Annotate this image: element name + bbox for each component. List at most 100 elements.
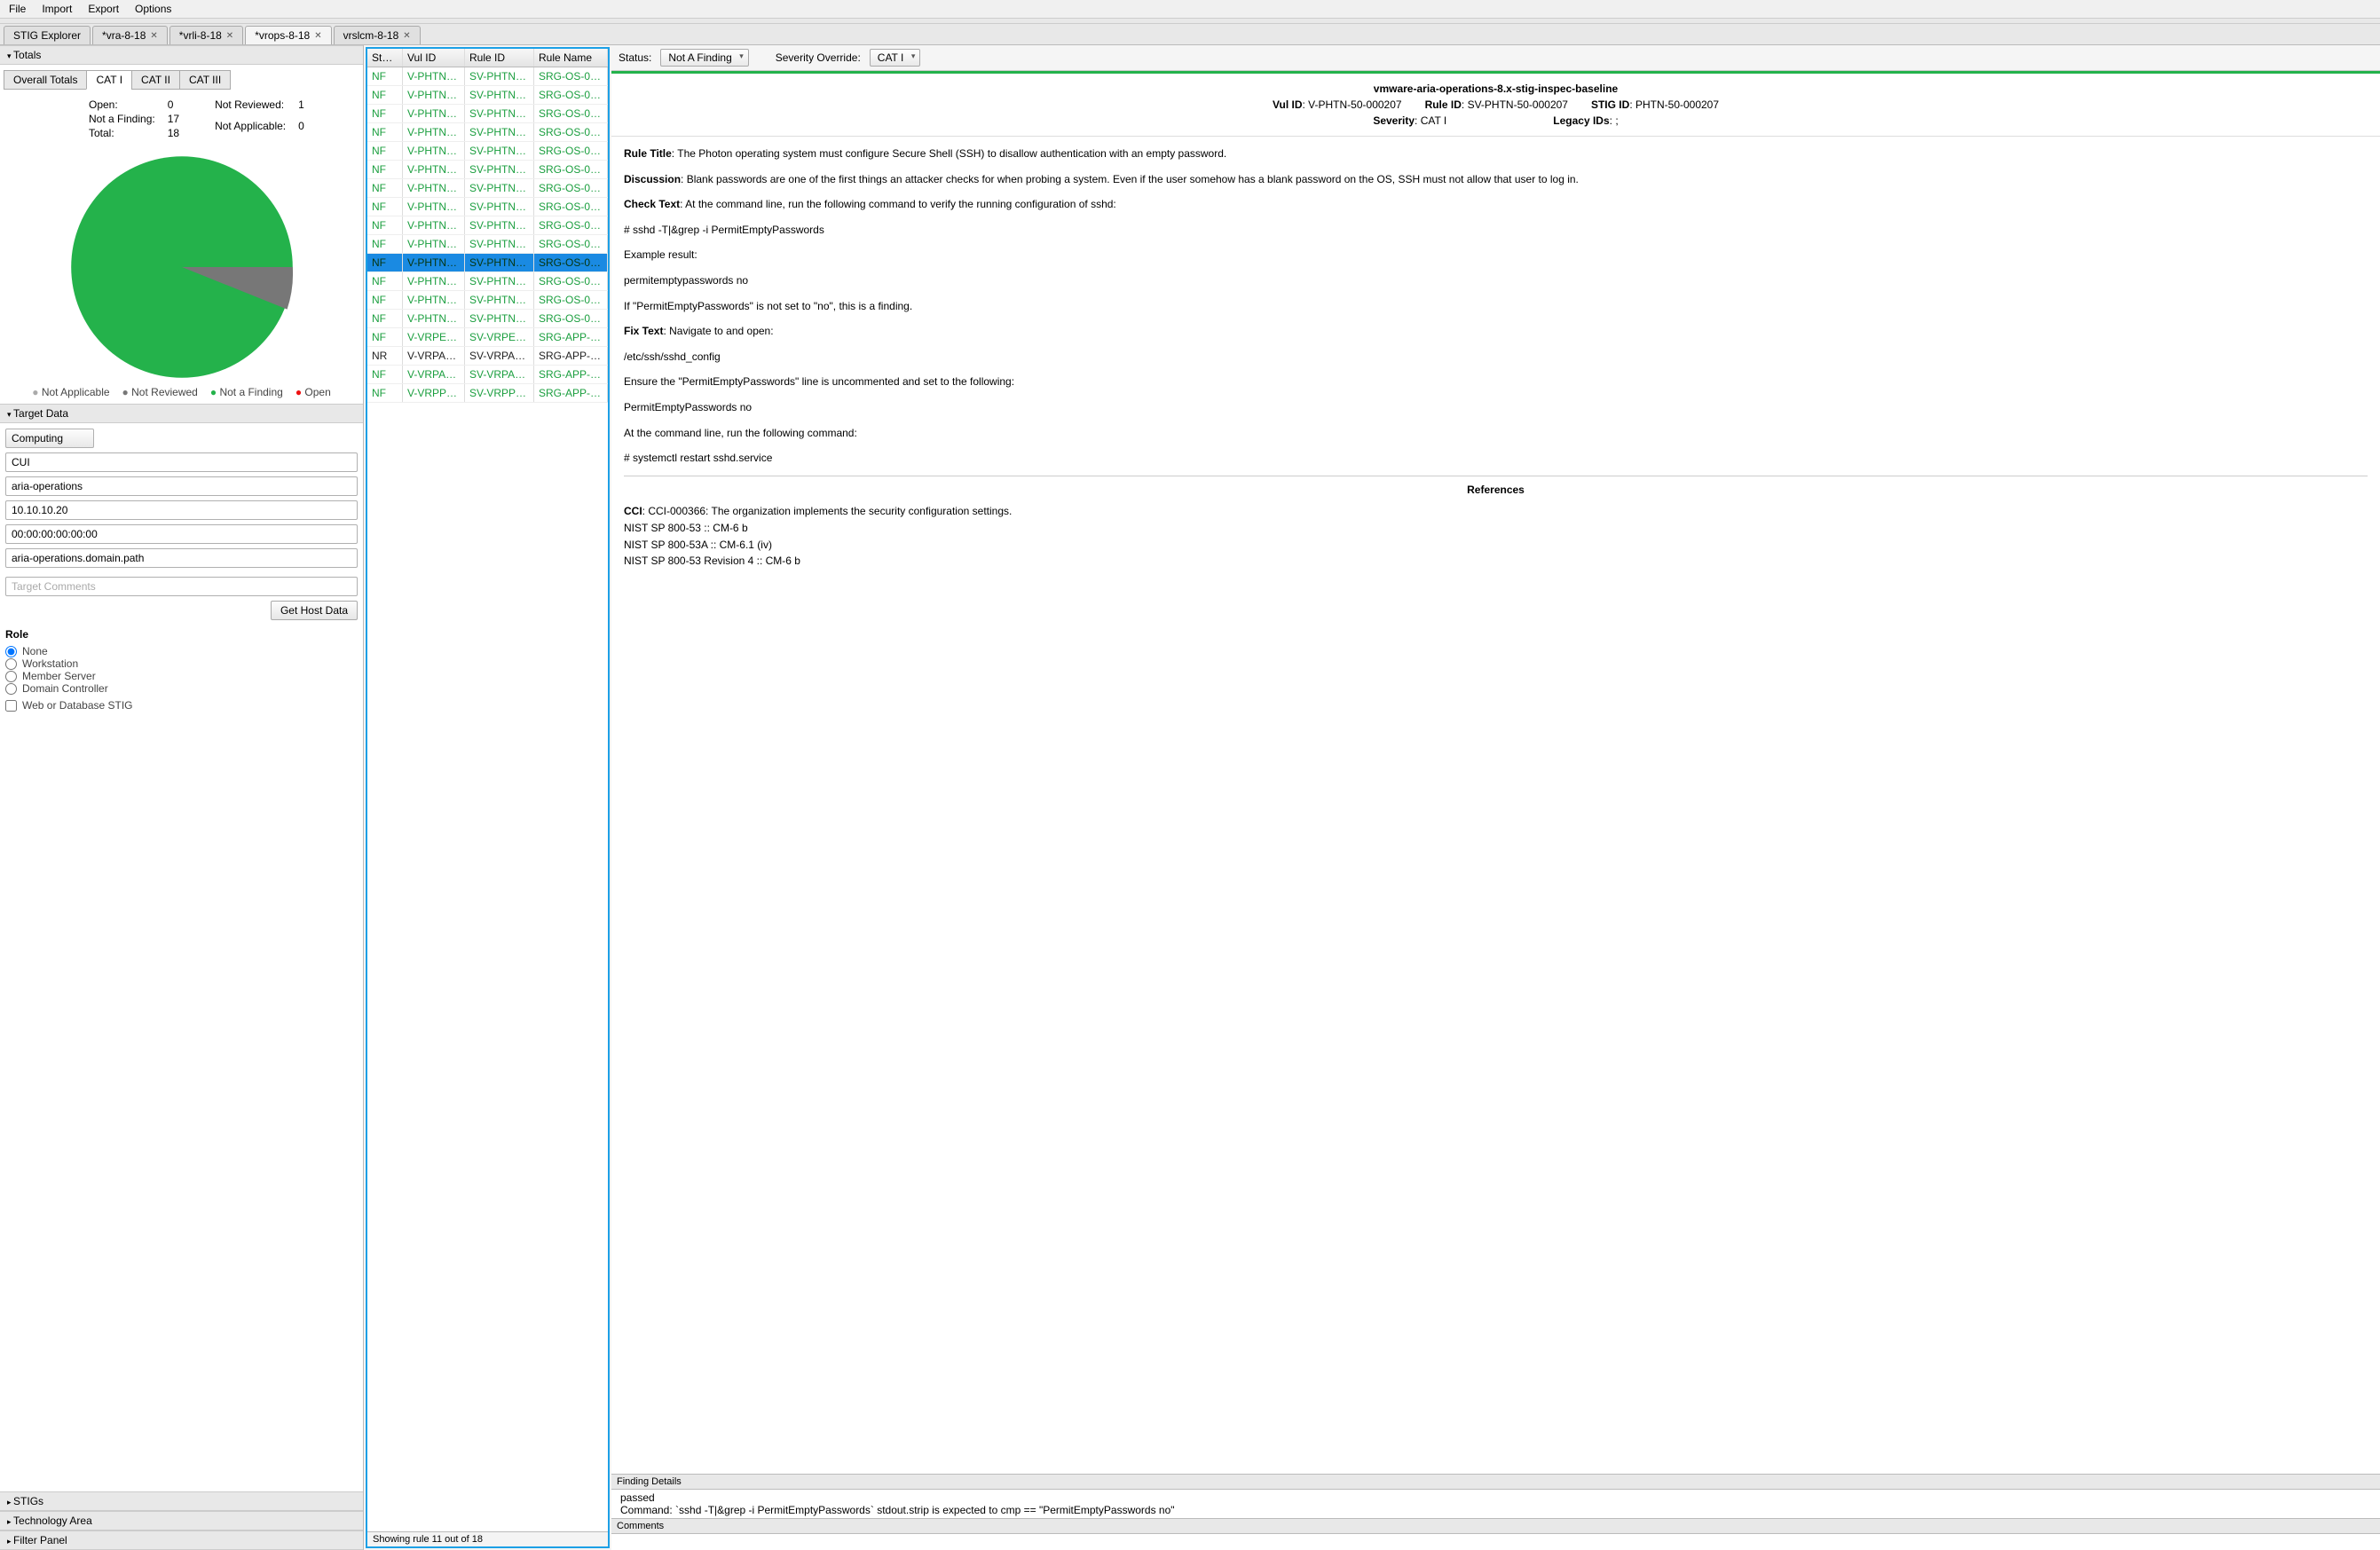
menu-import[interactable]: Import — [42, 3, 72, 15]
target-field-4[interactable]: aria-operations.domain.path — [5, 548, 358, 568]
severity-dropdown[interactable]: CAT I — [870, 49, 921, 67]
role-none[interactable]: None — [5, 645, 358, 657]
legend-na: Not Applicable — [32, 386, 109, 398]
fix-run: At the command line, run the following c… — [624, 425, 2368, 442]
stigs-panel[interactable]: STIGs — [0, 1491, 363, 1511]
comments-header[interactable]: Comments — [611, 1518, 2380, 1534]
table-row[interactable]: NFV-VRPA-8X...SV-VRPA-8X-...SRG-APP-0001… — [367, 366, 608, 384]
table-row[interactable]: NFV-PHTN-50...SV-PHTN-50-...SRG-OS-00032… — [367, 161, 608, 179]
table-row[interactable]: NFV-PHTN-50...SV-PHTN-50-...SRG-OS-00048… — [367, 310, 608, 328]
table-row[interactable]: NFV-PHTN-50...SV-PHTN-50-...SRG-OS-00036… — [367, 179, 608, 198]
target-field-2[interactable]: 10.10.10.20 — [5, 500, 358, 520]
table-row[interactable]: NFV-PHTN-50...SV-PHTN-50-...SRG-OS-00047… — [367, 198, 608, 216]
web-db-stig-check[interactable]: Web or Database STIG — [5, 699, 358, 712]
references-header: References — [624, 476, 2368, 499]
target-field-0[interactable]: CUI — [5, 452, 358, 472]
severity: CAT I — [1421, 114, 1447, 127]
table-row[interactable]: NFV-PHTN-50...SV-PHTN-50-...SRG-OS-00048… — [367, 216, 608, 235]
target-field-3[interactable]: 00:00:00:00:00:00 — [5, 524, 358, 544]
legacy-ids: ; — [1615, 114, 1618, 127]
target-field-1[interactable]: aria-operations — [5, 476, 358, 496]
detail-body: Rule Title: The Photon operating system … — [611, 136, 2380, 1474]
tab-vrli818[interactable]: *vrli-8-18✕ — [169, 26, 243, 44]
role-workstation[interactable]: Workstation — [5, 657, 358, 670]
close-icon[interactable]: ✕ — [150, 31, 157, 41]
menubar: File Import Export Options — [0, 0, 2380, 19]
grid-footer: Showing rule 11 out of 18 — [367, 1531, 608, 1546]
filter-panel[interactable]: Filter Panel — [0, 1530, 363, 1550]
legend-nf: Not a Finding — [210, 386, 283, 398]
cat-tab-cat-i[interactable]: CAT I — [86, 70, 132, 90]
table-row[interactable]: NFV-PHTN-50...SV-PHTN-50-...SRG-OS-00025… — [367, 291, 608, 310]
cat-tab-cat-ii[interactable]: CAT II — [131, 70, 180, 90]
comments-body[interactable] — [611, 1534, 2380, 1550]
nist1: NIST SP 800-53 :: CM-6 b — [624, 522, 748, 534]
fix-path: /etc/ssh/sshd_config — [624, 349, 2368, 366]
table-row[interactable]: NFV-VRPP-8X...SV-VRPP-8X-...SRG-APP-0001… — [367, 384, 608, 403]
role-member-server[interactable]: Member Server — [5, 670, 358, 682]
close-icon[interactable]: ✕ — [226, 31, 233, 41]
menu-file[interactable]: File — [9, 3, 26, 15]
check-finding: If "PermitEmptyPasswords" is not set to … — [624, 298, 2368, 315]
menu-export[interactable]: Export — [88, 3, 119, 15]
stig-id: PHTN-50-000207 — [1635, 98, 1719, 111]
tab-vrops818[interactable]: *vrops-8-18✕ — [245, 26, 331, 44]
category-tabs: Overall TotalsCAT ICAT IICAT III — [4, 70, 359, 90]
status-dropdown[interactable]: Not A Finding — [660, 49, 748, 67]
table-row[interactable]: NRV-VRPA-8X...SV-VRPA-8X-...SRG-APP-0001… — [367, 347, 608, 366]
table-row[interactable]: NFV-PHTN-50...SV-PHTN-50-...SRG-OS-00025… — [367, 123, 608, 142]
example-label: Example result: — [624, 247, 2368, 264]
close-icon[interactable]: ✕ — [314, 31, 321, 41]
target-type-select[interactable]: Computing — [5, 429, 94, 448]
nr-count: 1 — [298, 98, 304, 118]
table-row[interactable]: NFV-PHTN-50...SV-PHTN-50-...SRG-OS-00007… — [367, 105, 608, 123]
baseline-title: vmware-aria-operations-8.x-stig-inspec-b… — [622, 83, 2369, 95]
tab-vra818[interactable]: *vra-8-18✕ — [92, 26, 168, 44]
col-rulename[interactable]: Rule Name — [534, 49, 608, 67]
tech-area-panel[interactable]: Technology Area — [0, 1511, 363, 1530]
col-ruleid[interactable]: Rule ID — [465, 49, 534, 67]
totals-header[interactable]: Totals — [0, 45, 363, 65]
legend-nr: Not Reviewed — [122, 386, 198, 398]
finding-details-body: passed Command: `sshd -T|&grep -i Permit… — [611, 1490, 2380, 1518]
col-status[interactable]: Status — [367, 49, 403, 67]
detail-header: vmware-aria-operations-8.x-stig-inspec-b… — [611, 71, 2380, 136]
menu-options[interactable]: Options — [135, 3, 171, 15]
fix-nav: Navigate to and open: — [669, 325, 773, 337]
table-row[interactable]: NFV-PHTN-50...SV-PHTN-50-...SRG-OS-00027… — [367, 142, 608, 161]
detail-status-bar: Status: Not A Finding Severity Override:… — [611, 45, 2380, 71]
chart-legend: Not Applicable Not Reviewed Not a Findin… — [0, 386, 363, 398]
role-domain-controller[interactable]: Domain Controller — [5, 682, 358, 695]
role-label: Role — [5, 628, 358, 641]
web-db-stig-label: Web or Database STIG — [22, 699, 133, 712]
pie-chart — [0, 143, 363, 386]
col-vulid[interactable]: Vul ID — [403, 49, 465, 67]
finding-details-header[interactable]: Finding Details — [611, 1474, 2380, 1490]
get-host-data-button[interactable]: Get Host Data — [271, 601, 358, 620]
legend-open: Open — [296, 386, 331, 398]
check-cmd: # sshd -T|&grep -i PermitEmptyPasswords — [624, 222, 2368, 239]
table-row[interactable]: NFV-VRPE-8X-...SV-VRPE-8X-...SRG-APP-000… — [367, 328, 608, 347]
target-comments[interactable]: Target Comments — [5, 577, 358, 596]
target-data-header[interactable]: Target Data — [0, 404, 363, 423]
rule-grid-body: NFV-PHTN-50...SV-PHTN-50-...SRG-OS-00003… — [367, 67, 608, 1531]
table-row[interactable]: NFV-PHTN-50...SV-PHTN-50-...SRG-OS-00036… — [367, 235, 608, 254]
total-count: 18 — [168, 127, 179, 139]
example-result: permitemptypasswords no — [624, 272, 2368, 289]
tab-stigexplorer[interactable]: STIG Explorer — [4, 26, 91, 44]
severity-override-label: Severity Override: — [776, 51, 861, 64]
nf-count: 17 — [168, 113, 179, 125]
rule-grid-header: Status Vul ID Rule ID Rule Name — [367, 49, 608, 67]
discussion: Blank passwords are one of the first thi… — [687, 173, 1579, 185]
tab-vrslcm818[interactable]: vrslcm-8-18✕ — [334, 26, 421, 44]
table-row[interactable]: NFV-PHTN-50...SV-PHTN-50-...SRG-OS-00003… — [367, 67, 608, 86]
table-row[interactable]: NFV-PHTN-50...SV-PHTN-50-...SRG-OS-00048… — [367, 254, 608, 272]
close-icon[interactable]: ✕ — [403, 31, 410, 41]
cat-tab-cat-iii[interactable]: CAT III — [179, 70, 231, 90]
table-row[interactable]: NFV-PHTN-50...SV-PHTN-50-...SRG-OS-00048… — [367, 272, 608, 291]
nist2: NIST SP 800-53A :: CM-6.1 (iv) — [624, 539, 772, 551]
rule-id: SV-PHTN-50-000207 — [1468, 98, 1568, 111]
table-row[interactable]: NFV-PHTN-50...SV-PHTN-50-...SRG-OS-00007… — [367, 86, 608, 105]
nist3: NIST SP 800-53 Revision 4 :: CM-6 b — [624, 555, 800, 567]
cat-tab-overall-totals[interactable]: Overall Totals — [4, 70, 87, 90]
